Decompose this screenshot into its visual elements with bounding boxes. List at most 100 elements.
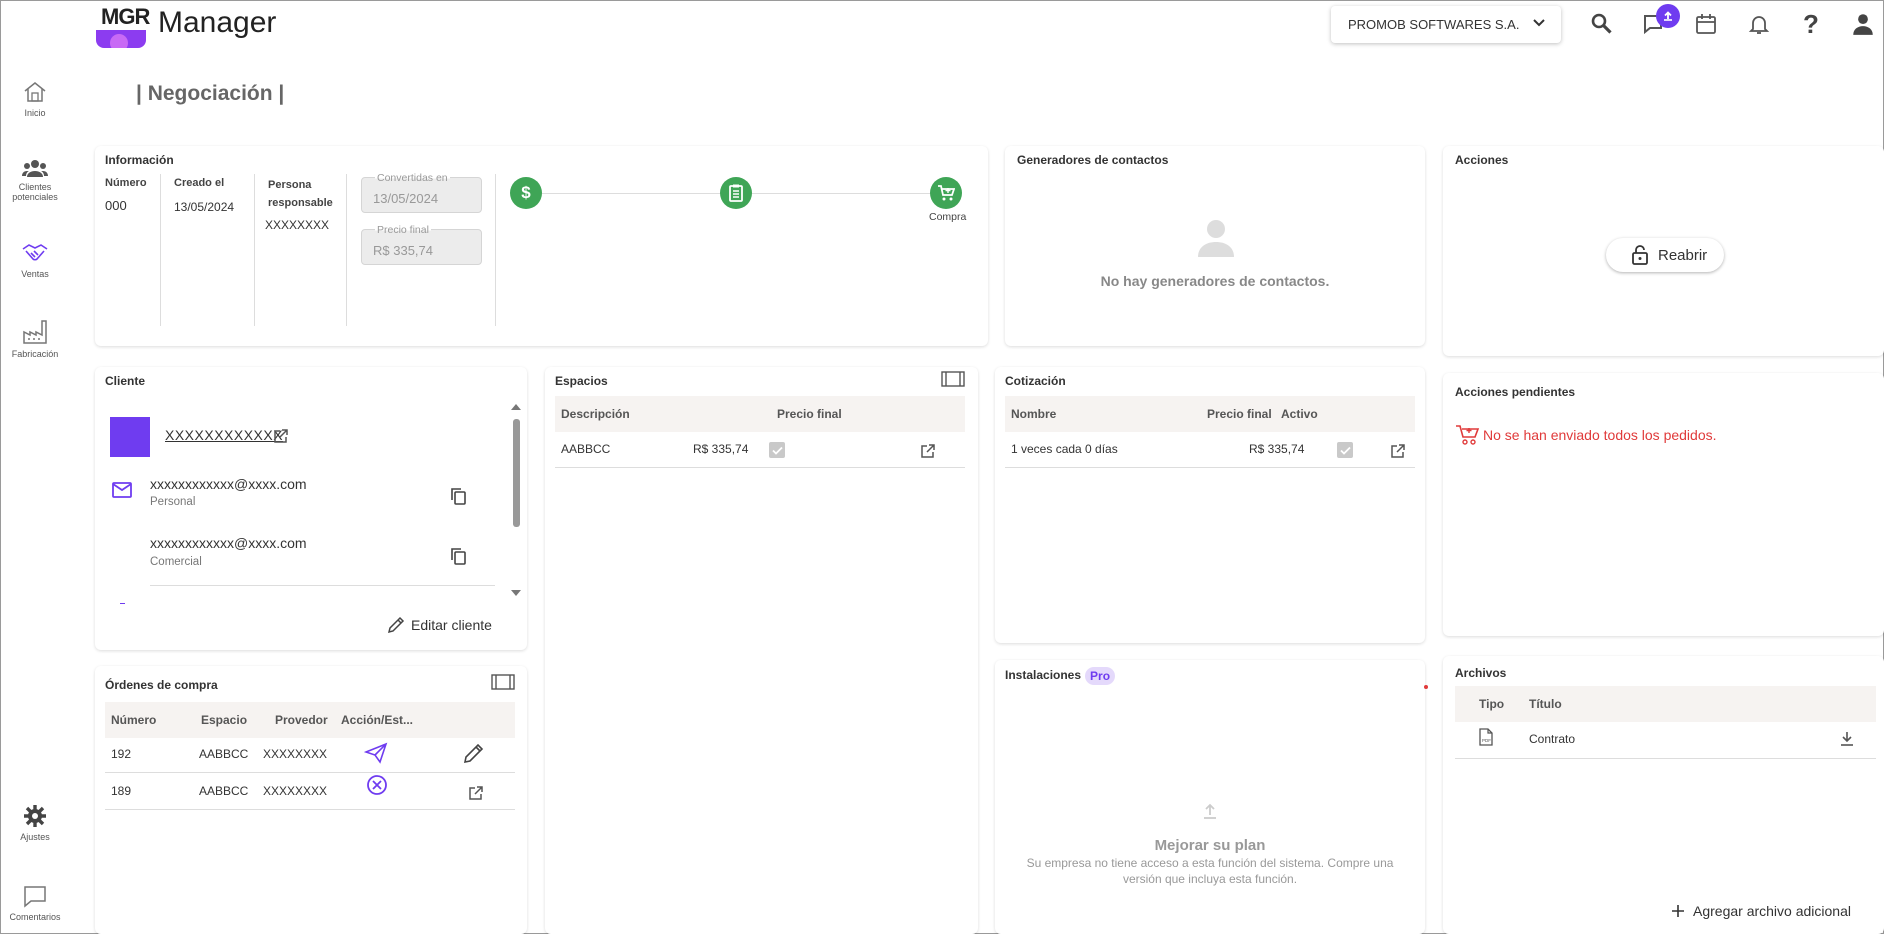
sidebar-item-clientes[interactable]: Clientes potenciales <box>0 158 70 203</box>
sidebar-item-fabricacion[interactable]: Fabricación <box>0 319 70 359</box>
user-avatar-icon[interactable] <box>1849 10 1877 38</box>
agregar-archivo-button[interactable]: Agregar archivo adicional <box>1671 903 1851 919</box>
logo-shape <box>96 30 146 48</box>
step-price-icon[interactable]: $ <box>510 177 542 209</box>
chevron-down-icon <box>1533 19 1545 27</box>
divider <box>1005 467 1415 468</box>
cart-alert-icon <box>1456 425 1480 445</box>
plus-icon <box>1672 905 1684 917</box>
divider <box>150 585 495 586</box>
archivos-card: Archivos Tipo Título PDF Contrato Agrega… <box>1443 656 1884 934</box>
factory-icon <box>23 320 47 344</box>
scrollbar-thumb[interactable] <box>513 419 520 527</box>
company-select[interactable]: PROMOB SOFTWARES S.A. <box>1331 6 1561 43</box>
cotizacion-title: Cotización <box>1005 374 1066 388</box>
espacios-title: Espacios <box>555 374 608 388</box>
orden-proveedor: XXXXXXXX <box>263 747 328 761</box>
column-header[interactable]: Tipo <box>1479 697 1504 711</box>
numero-value: 000 <box>105 198 127 213</box>
ordenes-card: Órdenes de compra Número Espacio Provedo… <box>95 666 527 934</box>
column-header[interactable]: Título <box>1529 697 1562 711</box>
generadores-card: Generadores de contactos No hay generado… <box>1005 146 1425 346</box>
email-type: Comercial <box>150 556 202 568</box>
step-compra-label: Compra <box>929 211 967 223</box>
column-header[interactable]: Nombre <box>1011 407 1056 421</box>
column-header[interactable]: Descripción <box>561 407 630 421</box>
pendientes-alert[interactable]: No se han enviado todos los pedidos. <box>1455 423 1717 447</box>
columns-icon[interactable] <box>491 674 515 690</box>
generadores-title: Generadores de contactos <box>1017 153 1169 167</box>
calendar-icon[interactable] <box>1692 10 1720 38</box>
open-external-icon[interactable] <box>920 443 936 459</box>
cliente-title: Cliente <box>105 374 146 388</box>
divider <box>1455 758 1876 759</box>
open-external-icon[interactable] <box>273 428 289 444</box>
sidebar-item-label: Ventas <box>21 269 49 279</box>
precio-final-field: Precio final R$ 335,74 <box>361 224 482 265</box>
divider <box>160 174 161 326</box>
reabrir-label: Reabrir <box>1658 246 1708 264</box>
email-value[interactable]: xxxxxxxxxxxx@xxxx.com <box>150 535 307 551</box>
bell-icon[interactable] <box>1745 10 1773 38</box>
list-fragment <box>120 603 125 604</box>
download-icon[interactable] <box>1840 731 1854 747</box>
informacion-title: Información <box>105 153 174 167</box>
convertidas-label: Convertidas en <box>375 172 450 184</box>
pendientes-card: Acciones pendientes No se han enviado to… <box>1443 373 1884 636</box>
convertidas-field: Convertidas en 13/05/2024 <box>361 172 482 213</box>
archivo-titulo: Contrato <box>1529 732 1576 746</box>
convertidas-value: 13/05/2024 <box>373 191 439 206</box>
cancel-circle-icon[interactable] <box>366 774 388 796</box>
send-icon[interactable] <box>364 742 388 764</box>
email-type: Personal <box>150 496 196 508</box>
open-external-icon[interactable] <box>1390 443 1406 459</box>
step-document-icon[interactable] <box>720 177 752 209</box>
columns-icon[interactable] <box>941 371 965 387</box>
checkbox-checked <box>1337 442 1353 458</box>
espacios-table-header: Descripción Precio final <box>555 396 965 432</box>
cotizacion-precio: R$ 335,74 <box>1249 442 1305 456</box>
column-header[interactable]: Precio final <box>1207 407 1272 421</box>
sidebar-item-label: Clientes potenciales <box>12 182 58 203</box>
instalaciones-card: Instalaciones Pro Mejorar su plan Su empr… <box>995 660 1428 934</box>
column-header[interactable]: Precio final <box>777 407 842 421</box>
sidebar-item-inicio[interactable]: Inicio <box>0 80 70 118</box>
espacio-precio: R$ 335,74 <box>693 442 749 456</box>
column-header[interactable]: Activo <box>1281 407 1318 421</box>
informacion-card: Información Número 000 Creado el 13/05/2… <box>95 146 988 346</box>
company-select-value: PROMOB SOFTWARES S.A. <box>1348 17 1520 32</box>
pencil-icon[interactable] <box>462 743 484 765</box>
upload-icon <box>1204 803 1216 819</box>
column-header[interactable]: Número <box>111 713 156 727</box>
copy-icon[interactable] <box>450 487 466 505</box>
numero-label: Número <box>105 177 147 189</box>
column-header[interactable]: Acción/Est... <box>341 713 413 727</box>
pendientes-message: No se han enviado todos los pedidos. <box>1483 427 1717 443</box>
svg-text:PDF: PDF <box>1482 738 1491 743</box>
search-icon[interactable] <box>1588 10 1616 38</box>
editar-cliente-button[interactable]: Editar cliente <box>387 616 492 634</box>
sidebar-item-ventas[interactable]: Ventas <box>0 241 70 279</box>
pro-badge: Pro <box>1085 667 1116 685</box>
home-icon <box>24 82 46 102</box>
sidebar-item-comentarios[interactable]: Comentarios <box>0 884 70 922</box>
cliente-name-link[interactable]: XXXXXXXXXXXX <box>165 427 283 443</box>
email-value[interactable]: xxxxxxxxxxxx@xxxx.com <box>150 476 307 492</box>
orden-numero: 192 <box>111 747 132 761</box>
sidebar-item-ajustes[interactable]: Ajustes <box>0 804 70 842</box>
instalaciones-title-text: Instalaciones <box>1005 668 1082 683</box>
acciones-card: Acciones Reabrir <box>1443 146 1884 356</box>
scroll-down-arrow[interactable] <box>511 590 521 596</box>
reabrir-button[interactable]: Reabrir <box>1606 238 1724 272</box>
column-header[interactable]: Espacio <box>201 713 247 727</box>
scroll-up-arrow[interactable] <box>511 404 521 410</box>
upload-badge-icon[interactable] <box>1656 4 1680 28</box>
upgrade-text: Su empresa no tiene acceso a esta funció… <box>1026 856 1394 887</box>
copy-icon[interactable] <box>450 547 466 565</box>
column-header[interactable]: Provedor <box>275 713 328 727</box>
help-icon[interactable]: ? <box>1797 9 1825 39</box>
precio-final-label: Precio final <box>375 224 431 236</box>
open-external-icon[interactable] <box>468 785 484 801</box>
divider <box>495 174 496 326</box>
step-cart-icon[interactable] <box>930 177 962 209</box>
